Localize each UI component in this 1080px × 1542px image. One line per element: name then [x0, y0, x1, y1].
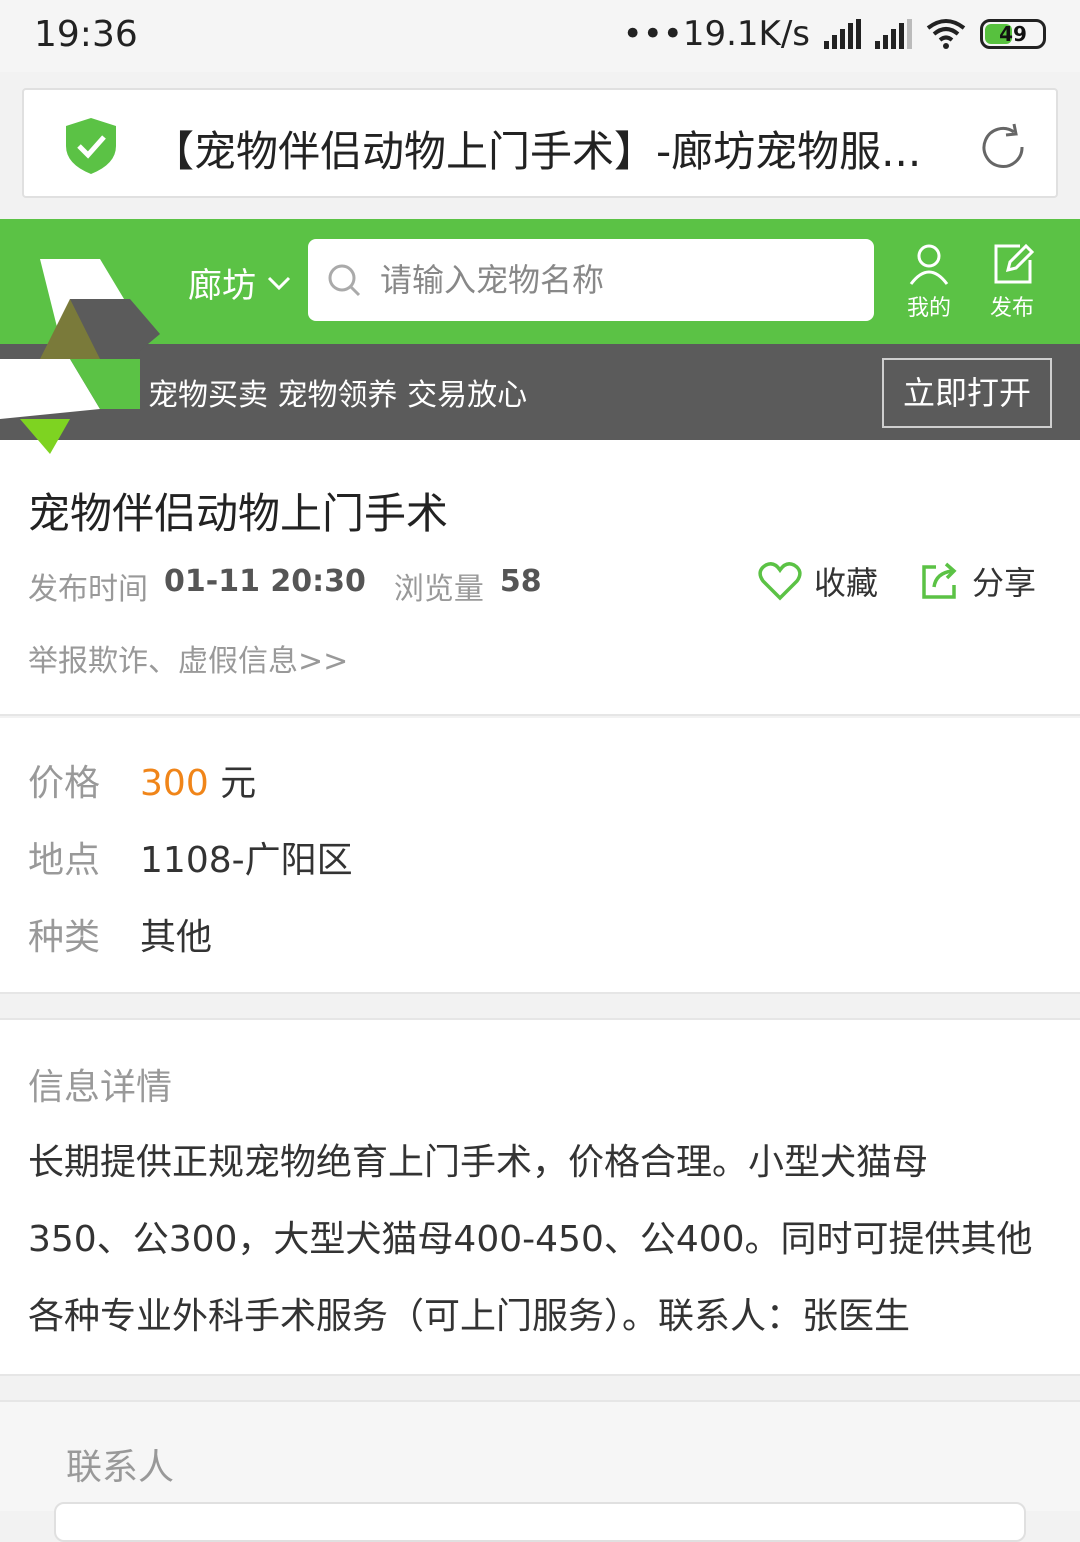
chevron-down-icon — [267, 276, 291, 290]
my-account-button[interactable]: 我的 — [897, 242, 961, 322]
promo-text: 宠物买卖 宠物领养 交易放心 — [148, 378, 528, 413]
app-logo — [0, 219, 170, 459]
location-row: 地点 1108-广阳区 — [28, 831, 353, 883]
user-icon — [909, 244, 949, 285]
share-label: 分享 — [972, 564, 1037, 602]
status-indicators: •••19.1K/s 49 — [623, 14, 1046, 54]
category-value: 其他 — [140, 917, 213, 958]
post-header: 宠物伴侣动物上门手术 发布时间 01-11 20:30 浏览量 58 收藏 分享… — [0, 440, 1080, 716]
city-label: 廊坊 — [188, 266, 256, 306]
network-speed: •••19.1K/s — [622, 14, 810, 54]
views-count: 58 — [499, 564, 542, 599]
report-link[interactable]: 举报欺诈、虚假信息>> — [28, 636, 348, 680]
page-title[interactable]: 【宠物伴侣动物上门手术】-廊坊宠物服... — [152, 118, 952, 179]
status-bar: 19:36 •••19.1K/s 49 — [0, 0, 1080, 72]
location-value: 1108-广阳区 — [140, 840, 353, 881]
browser-address-bar[interactable]: 【宠物伴侣动物上门手术】-廊坊宠物服... — [22, 88, 1058, 198]
signal-icon — [824, 19, 861, 49]
contact-card — [54, 1502, 1026, 1542]
favorite-label: 收藏 — [814, 564, 879, 602]
category-row: 种类 其他 — [28, 908, 212, 960]
my-account-label: 我的 — [906, 296, 951, 321]
post-detail: 信息详情 长期提供正规宠物绝育上门手术，价格合理。小型犬猫母 350、公300，… — [0, 1018, 1080, 1376]
location-label: 地点 — [28, 840, 101, 881]
publish-button[interactable]: 发布 — [980, 242, 1044, 322]
status-time: 19:36 — [34, 14, 138, 55]
battery-level: 49 — [999, 22, 1027, 46]
search-input[interactable] — [380, 261, 860, 299]
category-label: 种类 — [28, 917, 101, 958]
search-box[interactable] — [308, 239, 874, 321]
edit-icon — [994, 243, 1034, 284]
search-icon — [328, 264, 361, 297]
price-row: 价格 300 元 — [28, 754, 256, 806]
detail-line: 长期提供正规宠物绝育上门手术，价格合理。小型犬猫母 — [28, 1142, 929, 1183]
share-button[interactable]: 分享 — [920, 558, 1036, 604]
price-unit: 元 — [220, 763, 257, 804]
reload-icon[interactable] — [976, 120, 1030, 174]
post-info: 价格 300 元 地点 1108-广阳区 种类 其他 — [0, 718, 1080, 994]
wifi-icon — [926, 19, 966, 49]
detail-heading: 信息详情 — [28, 1067, 173, 1108]
favorite-button[interactable]: 收藏 — [758, 558, 878, 604]
battery-icon: 49 — [980, 19, 1046, 49]
contact-heading: 联系人 — [66, 1447, 175, 1488]
post-meta: 发布时间 01-11 20:30 浏览量 58 — [28, 564, 542, 608]
post-title: 宠物伴侣动物上门手术 — [28, 489, 449, 538]
views-label: 浏览量 — [393, 572, 484, 607]
publish-time: 01-11 20:30 — [164, 564, 366, 599]
signal-icon — [875, 19, 912, 49]
heart-icon — [758, 562, 802, 601]
price-value: 300 — [140, 763, 209, 804]
shield-check-icon — [66, 118, 116, 174]
contact-section: 联系人 — [0, 1400, 1080, 1542]
detail-body: 长期提供正规宠物绝育上门手术，价格合理。小型犬猫母 350、公300，大型犬猫母… — [28, 1124, 1038, 1355]
detail-line: 各种专业外科手术服务（可上门服务）。联系人：张医生 — [28, 1296, 911, 1337]
publish-label: 发布 — [989, 296, 1034, 321]
open-app-button[interactable]: 立即打开 — [882, 358, 1052, 428]
detail-line: 350、公300，大型犬猫母400-450、公400。同时可提供其他 — [28, 1219, 1033, 1260]
publish-time-label: 发布时间 — [28, 572, 148, 607]
share-icon — [922, 562, 957, 599]
price-label: 价格 — [28, 763, 101, 804]
city-selector[interactable]: 廊坊 — [188, 258, 292, 307]
